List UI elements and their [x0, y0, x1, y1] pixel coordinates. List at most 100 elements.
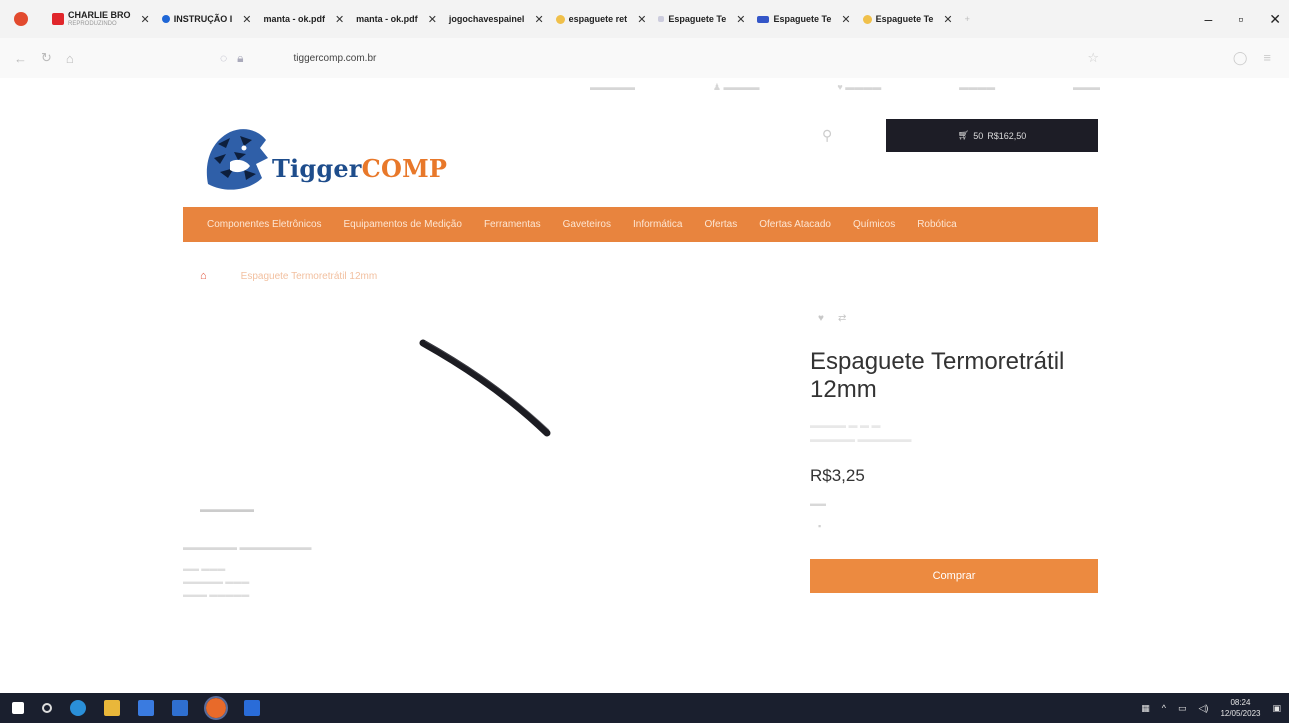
file-explorer-icon[interactable]	[104, 700, 120, 716]
close-tab-icon[interactable]: ✕	[428, 13, 437, 26]
close-window-icon[interactable]: ✕	[1269, 11, 1281, 28]
top-link-placeholder[interactable]: ▬▬▬▬	[959, 82, 995, 93]
favicon-icon	[658, 16, 665, 22]
back-icon[interactable]: ←	[14, 51, 27, 66]
meta-line: ▬▬▬▬ ▬ ▬ ▬	[810, 420, 881, 430]
meta-line: ▬▬▬▬▬ ▬▬▬▬▬▬	[810, 434, 912, 444]
notifications-icon[interactable]: ▣	[1272, 703, 1281, 714]
reload-icon[interactable]: ↻	[41, 50, 52, 66]
product-price: R$3,25	[810, 466, 865, 485]
new-tab-button[interactable]: +	[959, 0, 976, 38]
category-robotica[interactable]: Robótica	[917, 219, 956, 230]
compare-icon[interactable]: ⇄	[838, 313, 846, 324]
buy-button[interactable]: Comprar	[810, 559, 1098, 593]
home-icon[interactable]: ⌂	[200, 270, 207, 282]
tab-espaguete-1[interactable]: Espaguete Te ✕	[652, 0, 751, 38]
category-ofertas[interactable]: Ofertas	[704, 219, 737, 230]
tab-espaguete-3[interactable]: Espaguete Te ✕	[857, 0, 959, 38]
clock[interactable]: 08:24 12/05/2023	[1220, 697, 1260, 719]
google-icon	[555, 14, 565, 24]
category-ferramentas[interactable]: Ferramentas	[484, 219, 541, 230]
cart-icon: 🛒︎	[957, 130, 970, 140]
toolbar-right: ◯ ≡	[1233, 50, 1271, 66]
category-menu: Componentes Eletrônicos Equipamentos de …	[183, 207, 1098, 242]
mail-icon[interactable]	[172, 700, 188, 716]
tab-jogochaves[interactable]: jogochavespainel ✕	[443, 0, 550, 38]
network-icon[interactable]: ▭	[1178, 703, 1187, 714]
breadcrumb: ⌂ Espaguete Termoretrátil 12mm	[200, 270, 377, 282]
category-quimicos[interactable]: Químicos	[853, 219, 895, 230]
menu-icon[interactable]: ≡	[1263, 50, 1271, 66]
address-bar[interactable]: ◌ 🔒︎ tiggercomp.com.br ☆	[220, 44, 1105, 72]
category-equipamentos[interactable]: Equipamentos de Medição	[344, 219, 462, 230]
close-tab-icon[interactable]: ✕	[335, 13, 344, 26]
tab-label: Espaguete Te	[773, 14, 832, 24]
category-gaveteiros[interactable]: Gaveteiros	[563, 219, 611, 230]
cart-button[interactable]: 🛒︎ 50 R$162,50	[886, 119, 1098, 152]
wishlist-icon[interactable]: ♥ ▬▬▬▬	[837, 82, 881, 93]
store-icon[interactable]	[138, 700, 154, 716]
tab-label: Espaguete Te	[875, 14, 934, 24]
tab-label: manta - ok.pdf	[263, 14, 325, 24]
tab-description[interactable]: ▬▬▬▬▬▬	[200, 504, 254, 514]
top-link-placeholder[interactable]: ▬▬▬▬▬	[590, 82, 635, 93]
tray-chevron-icon[interactable]: ^	[1162, 703, 1166, 713]
close-tab-icon[interactable]: ✕	[637, 13, 646, 26]
firefox-icon[interactable]	[14, 12, 28, 26]
close-tab-icon[interactable]: ✕	[141, 13, 150, 26]
quantity-label: ▬▬	[810, 499, 826, 508]
site-logo[interactable]: TiggerCOMP	[200, 124, 460, 194]
close-tab-icon[interactable]: ✕	[736, 13, 745, 26]
shield-icon[interactable]: ◌	[220, 51, 227, 65]
product-actions: ♥ ⇄	[818, 313, 846, 324]
home-icon[interactable]: ⌂	[66, 51, 74, 66]
tab-manta-pdf[interactable]: manta - ok.pdf ✕	[257, 0, 350, 38]
close-tab-icon[interactable]: ✕	[242, 13, 251, 26]
search-icon[interactable]: ⚲	[822, 127, 832, 144]
tab-manta-pdf-2[interactable]: manta - ok.pdf ✕	[350, 0, 443, 38]
maximize-icon[interactable]: ▫	[1238, 11, 1243, 27]
category-componentes[interactable]: Componentes Eletrônicos	[207, 219, 322, 230]
url-text[interactable]: tiggercomp.com.br	[294, 53, 377, 64]
keyboard-icon[interactable]: ▦	[1141, 703, 1150, 714]
tab-list: CHARLIE BRO REPRODUZINDO ✕ INSTRUÇÃO I ✕ …	[46, 0, 976, 38]
site-top-links: ▬▬▬▬▬ ♟ ▬▬▬▬ ♥ ▬▬▬▬ ▬▬▬▬ ▬▬▬	[590, 82, 1100, 93]
browser-tab-bar: CHARLIE BRO REPRODUZINDO ✕ INSTRUÇÃO I ✕ …	[0, 0, 1289, 38]
minimize-icon[interactable]: –	[1205, 11, 1213, 27]
tab-label: CHARLIE BRO	[68, 10, 131, 20]
search-icon[interactable]	[42, 703, 52, 713]
quantity-input[interactable]: ▪	[818, 521, 821, 531]
volume-icon[interactable]: ◁)	[1199, 703, 1209, 714]
product-meta: ▬▬▬▬ ▬ ▬ ▬ ▬▬▬▬▬ ▬▬▬▬▬▬	[810, 418, 912, 446]
firefox-icon[interactable]	[204, 696, 228, 720]
close-tab-icon[interactable]: ✕	[841, 13, 850, 26]
tab-sublabel: REPRODUZINDO	[68, 21, 117, 27]
lock-icon[interactable]: 🔒︎	[237, 51, 243, 66]
tab-espaguete-2[interactable]: Espaguete Te ✕	[751, 0, 856, 38]
bookmark-star-icon[interactable]: ☆	[1087, 50, 1099, 66]
edge-icon[interactable]	[70, 700, 86, 716]
tiger-logo-icon	[206, 129, 268, 190]
google-icon	[862, 14, 872, 24]
account-icon[interactable]: ♟ ▬▬▬▬	[713, 82, 760, 93]
product-image[interactable]	[415, 335, 560, 445]
windows-taskbar: ▦ ^ ▭ ◁) 08:24 12/05/2023 ▣	[0, 693, 1289, 723]
product-title: Espaguete Termoretrátil 12mm	[810, 348, 1065, 403]
pocket-icon[interactable]: ◯	[1233, 50, 1248, 66]
cart-small-icon[interactable]: ▬▬▬	[1073, 82, 1100, 93]
favicon-icon	[757, 15, 770, 23]
windows-start-icon[interactable]	[12, 702, 24, 714]
close-tab-icon[interactable]: ✕	[534, 13, 543, 26]
heart-icon[interactable]: ♥	[818, 313, 824, 324]
tab-charlie-brown[interactable]: CHARLIE BRO REPRODUZINDO ✕	[46, 0, 156, 38]
app-icon[interactable]	[244, 700, 260, 716]
tab-instrucao[interactable]: INSTRUÇÃO I ✕	[156, 0, 258, 38]
tab-espaguete-search[interactable]: espaguete ret ✕	[550, 0, 653, 38]
close-tab-icon[interactable]: ✕	[943, 13, 952, 26]
description-title: ▬▬▬▬▬▬ ▬▬▬▬▬▬▬▬	[183, 542, 312, 552]
category-informatica[interactable]: Informática	[633, 219, 682, 230]
cart-count: 50	[973, 130, 984, 141]
category-ofertas-atacado[interactable]: Ofertas Atacado	[759, 219, 831, 230]
logo-wordmark: TiggerCOMP	[272, 154, 448, 183]
breadcrumb-current[interactable]: Espaguete Termoretrátil 12mm	[241, 271, 378, 282]
